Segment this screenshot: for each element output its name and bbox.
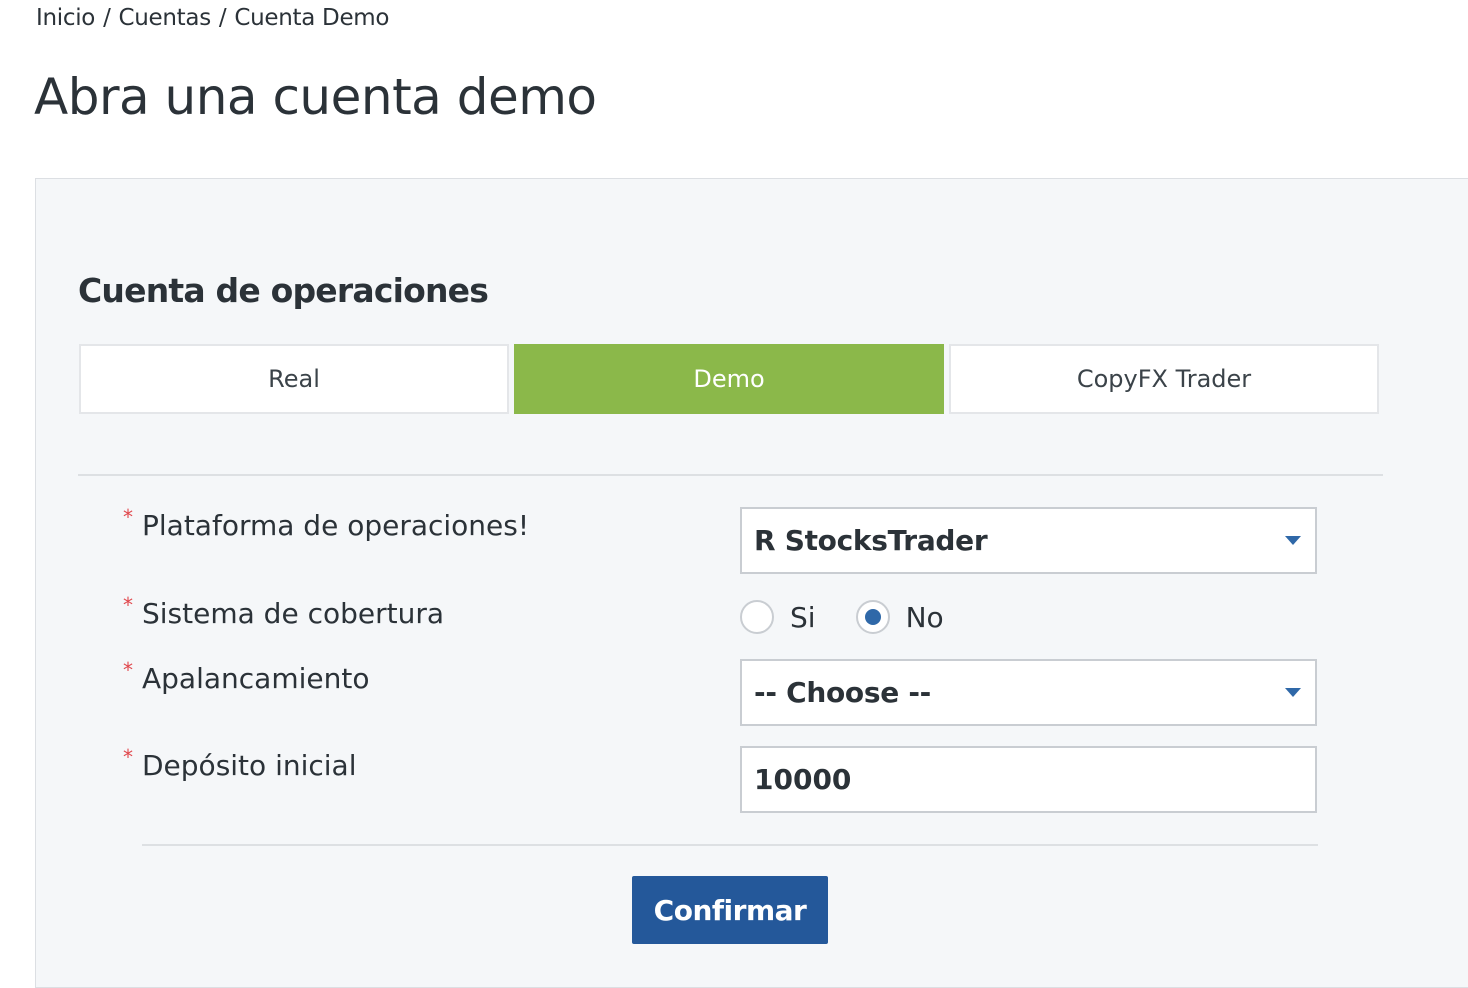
tab-copyfx-trader[interactable]: CopyFX Trader (949, 344, 1379, 414)
required-marker: * (123, 745, 133, 769)
hedging-option-no[interactable]: No (855, 600, 944, 634)
leverage-label-text: Apalancamiento (142, 662, 370, 695)
required-marker: * (123, 593, 133, 617)
platform-label: * Plataforma de operaciones! (123, 505, 530, 542)
leverage-label: * Apalancamiento (123, 658, 370, 695)
tab-real[interactable]: Real (79, 344, 509, 414)
hedging-label: * Sistema de cobertura (123, 593, 445, 630)
leverage-select[interactable]: -- Choose -- (740, 659, 1317, 726)
breadcrumb: Inicio / Cuentas / Cuenta Demo (36, 5, 389, 31)
account-form-panel: Cuenta de operaciones Real Demo CopyFX T… (35, 178, 1468, 988)
deposit-label: * Depósito inicial (123, 745, 357, 782)
radio-no[interactable] (855, 600, 890, 634)
platform-select[interactable]: R StocksTrader (740, 507, 1317, 574)
platform-select-value: R StocksTrader (754, 524, 988, 557)
confirm-button[interactable]: Confirmar (632, 876, 828, 944)
tab-demo[interactable]: Demo (514, 344, 944, 414)
breadcrumb-current: Cuenta Demo (234, 5, 390, 31)
breadcrumb-inicio[interactable]: Inicio (36, 5, 95, 31)
caret-down-icon (1285, 688, 1301, 697)
page-title: Abra una cuenta demo (34, 68, 597, 126)
section-title: Cuenta de operaciones (78, 271, 489, 310)
caret-down-icon (1285, 536, 1301, 545)
radio-no-label: No (905, 600, 944, 634)
form-divider (142, 844, 1318, 846)
account-type-tabs: Real Demo CopyFX Trader (79, 344, 1382, 414)
deposit-input[interactable] (740, 746, 1317, 813)
section-divider (78, 474, 1383, 476)
required-marker: * (123, 658, 133, 682)
hedging-option-si[interactable]: Si (740, 600, 816, 634)
deposit-label-text: Depósito inicial (142, 749, 357, 782)
breadcrumb-cuentas[interactable]: Cuentas (119, 5, 212, 31)
breadcrumb-separator: / (103, 5, 111, 31)
breadcrumb-separator: / (218, 5, 227, 31)
radio-si-label: Si (790, 600, 816, 634)
required-marker: * (123, 505, 133, 529)
radio-si[interactable] (740, 600, 774, 634)
hedging-radio-group: Si No (740, 597, 944, 637)
leverage-select-value: -- Choose -- (754, 676, 931, 709)
hedging-label-text: Sistema de cobertura (142, 597, 445, 630)
platform-label-text: Plataforma de operaciones! (142, 509, 530, 542)
